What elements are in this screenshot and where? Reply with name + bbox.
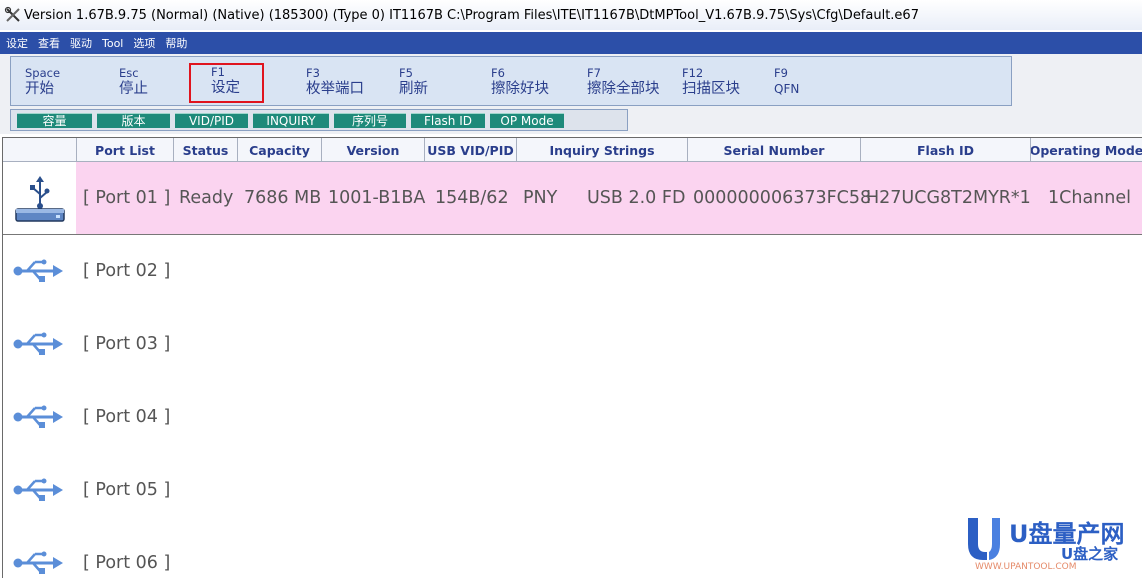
refresh-key: F5: [399, 66, 413, 80]
stop-key: Esc: [119, 66, 139, 80]
column-tabs: 容量 版本 VID/PID INQUIRY 序列号 Flash ID OP Mo…: [10, 109, 628, 131]
port-label: [ Port 04 ]: [83, 407, 171, 427]
port-vidpid: 154B/62: [435, 188, 509, 208]
port-version: 1001-B1BA: [328, 188, 426, 208]
usb-icon: [13, 551, 63, 574]
usb-icon: [13, 405, 63, 428]
usb-drive-icon: [15, 176, 65, 222]
col-operating-mode[interactable]: Operating Mode: [1031, 138, 1142, 162]
tab-flash-id[interactable]: Flash ID: [411, 112, 485, 128]
settings-key: F1: [211, 65, 225, 79]
port-serial: 000000006373FC58: [693, 188, 872, 208]
col-serial-number[interactable]: Serial Number: [688, 138, 861, 162]
enumerate-ports-button[interactable]: F3 枚举端口: [306, 66, 364, 98]
port-vendor: PNY: [523, 188, 558, 208]
col-capacity[interactable]: Capacity: [238, 138, 322, 162]
port-capacity: 7686 MB: [244, 188, 322, 208]
col-inquiry-strings[interactable]: Inquiry Strings: [517, 138, 688, 162]
refresh-button[interactable]: F5 刷新: [399, 66, 428, 98]
erase-good-blocks-button[interactable]: F6 擦除好块: [491, 66, 549, 98]
qfn-button[interactable]: F9 QFN: [774, 66, 799, 98]
watermark-sub-text: U盘之家: [1061, 545, 1119, 563]
col-status[interactable]: Status: [174, 138, 238, 162]
port-mode: 1Channel: [1048, 188, 1131, 208]
menu-driver[interactable]: 驱动: [70, 35, 92, 51]
tab-op-mode[interactable]: OP Mode: [490, 112, 564, 128]
settings-button[interactable]: F1 设定: [189, 63, 264, 103]
port-label: [ Port 06 ]: [83, 553, 171, 573]
qfn-key: F9: [774, 66, 788, 80]
tab-serial[interactable]: 序列号: [334, 112, 406, 128]
scan-blocks-key: F12: [682, 66, 704, 80]
start-key: Space: [25, 66, 61, 80]
port-product: USB 2.0 FD: [587, 188, 686, 208]
menu-settings[interactable]: 设定: [6, 35, 28, 51]
erase-good-blocks-key: F6: [491, 66, 505, 80]
enumerate-ports-label: 枚举端口: [306, 81, 364, 97]
col-usb-vidpid[interactable]: USB VID/PID: [425, 138, 517, 162]
port-table: Port List Status Capacity Version USB VI…: [2, 137, 1142, 578]
port-label: [ Port 05 ]: [83, 480, 171, 500]
erase-all-blocks-label: 擦除全部块: [587, 81, 660, 97]
erase-all-blocks-button[interactable]: F7 擦除全部块: [587, 66, 660, 98]
tab-vidpid[interactable]: VID/PID: [175, 112, 248, 128]
table-row[interactable]: [ Port 04 ]: [3, 381, 1142, 454]
function-toolbar: Space 开始 Esc 停止 F1 设定 F3 枚举端口 F5 刷新 F6 擦…: [10, 56, 1012, 106]
refresh-label: 刷新: [399, 81, 428, 97]
col-port-list[interactable]: Port List: [77, 138, 174, 162]
stop-button[interactable]: Esc 停止: [119, 66, 148, 98]
stop-label: 停止: [119, 81, 148, 97]
enumerate-ports-key: F3: [306, 66, 320, 80]
start-label: 开始: [25, 81, 54, 97]
port-icon-cell: [3, 162, 76, 234]
tab-capacity[interactable]: 容量: [17, 112, 92, 128]
port-label: [ Port 02 ]: [83, 261, 171, 281]
menu-options[interactable]: 选项: [133, 35, 155, 51]
col-version[interactable]: Version: [322, 138, 425, 162]
watermark-url: WWW.UPANTOOL.COM: [975, 562, 1077, 572]
watermark-logo: U盘量产网 U盘之家 WWW.UPANTOOL.COM: [965, 516, 1142, 578]
toolbar-area: Space 开始 Esc 停止 F1 设定 F3 枚举端口 F5 刷新 F6 擦…: [0, 54, 1142, 134]
settings-label: 设定: [211, 80, 240, 96]
menu-view[interactable]: 查看: [38, 35, 60, 51]
table-row[interactable]: [ Port 01 ] Ready 7686 MB 1001-B1BA 154B…: [3, 162, 1142, 235]
port-flash-id: H27UCG8T2MYR*1: [866, 188, 1031, 208]
title-bar: Version 1.67B.9.75 (Normal) (Native) (18…: [0, 0, 1142, 30]
port-label: [ Port 01 ]: [83, 188, 171, 208]
table-header: Port List Status Capacity Version USB VI…: [3, 138, 1142, 162]
col-flash-id[interactable]: Flash ID: [861, 138, 1031, 162]
window-title: Version 1.67B.9.75 (Normal) (Native) (18…: [24, 7, 919, 23]
usb-icon: [13, 478, 63, 501]
menu-help[interactable]: 帮助: [165, 35, 187, 51]
qfn-label: QFN: [774, 82, 800, 96]
menu-tool[interactable]: Tool: [102, 37, 123, 50]
erase-all-blocks-key: F7: [587, 66, 601, 80]
erase-good-blocks-label: 擦除好块: [491, 81, 549, 97]
port-label: [ Port 03 ]: [83, 334, 171, 354]
table-row[interactable]: [ Port 03 ]: [3, 308, 1142, 381]
table-row[interactable]: [ Port 02 ]: [3, 235, 1142, 308]
menu-bar: 设定 查看 驱动 Tool 选项 帮助: [0, 32, 1142, 54]
scan-blocks-button[interactable]: F12 扫描区块: [682, 66, 740, 98]
col-icon: [3, 138, 77, 162]
tab-inquiry[interactable]: INQUIRY: [253, 112, 329, 128]
usb-icon: [13, 332, 63, 355]
scan-blocks-label: 扫描区块: [682, 81, 740, 97]
start-button[interactable]: Space 开始: [25, 66, 60, 98]
tools-icon: [4, 6, 20, 22]
port-status: Ready: [179, 188, 234, 208]
usb-icon: [13, 259, 63, 282]
tab-version[interactable]: 版本: [97, 112, 170, 128]
